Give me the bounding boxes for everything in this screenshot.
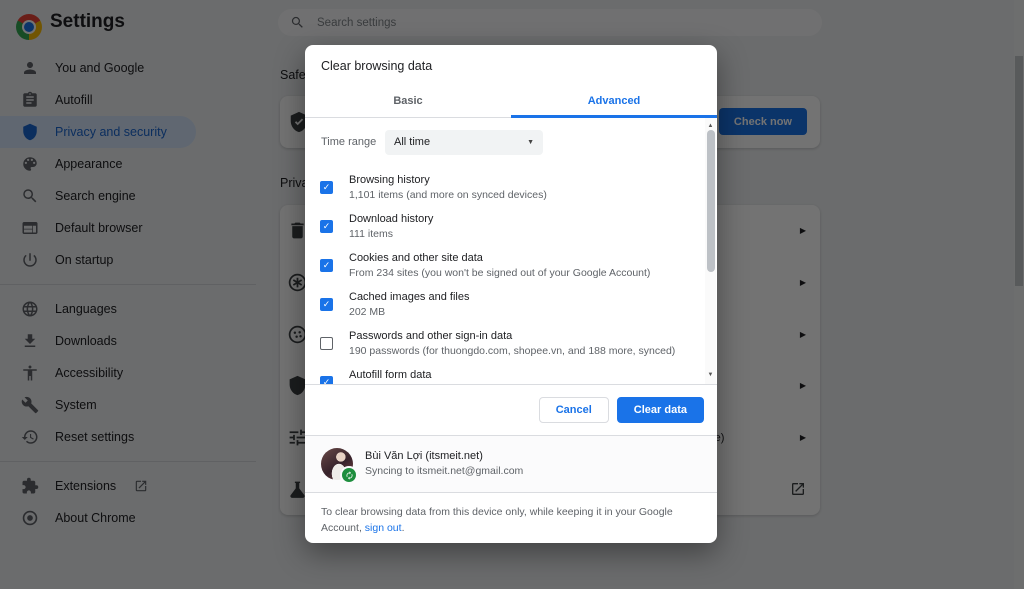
- dialog-tabs: Basic Advanced: [305, 85, 717, 118]
- sync-status: Syncing to itsmeit.net@gmail.com: [365, 464, 523, 479]
- account-info: Bùi Văn Lợi (itsmeit.net) Syncing to its…: [365, 449, 523, 479]
- dialog-scroll-area: Time range All time ▼ ✓ Browsing history…: [305, 118, 717, 384]
- dialog-scrollbar[interactable]: ▲ ▼: [705, 118, 716, 384]
- checklist-row-browsing-history: ✓ Browsing history 1,101 items (and more…: [320, 168, 689, 207]
- dropdown-caret-icon: ▼: [527, 139, 534, 146]
- checkbox-cached-images-and-files[interactable]: ✓: [320, 298, 333, 311]
- clear-data-checklist: ✓ Browsing history 1,101 items (and more…: [320, 168, 689, 384]
- avatar: [321, 448, 353, 480]
- time-range-label: Time range: [321, 136, 385, 148]
- checklist-row-cached-images-and-files: ✓ Cached images and files 202 MB: [320, 285, 689, 324]
- clear-data-button[interactable]: Clear data: [617, 397, 704, 423]
- checklist-row-autofill-form-data: ✓ Autofill form data: [320, 363, 689, 384]
- sync-badge-icon: [342, 468, 356, 482]
- checkbox-cookies-and-other-site-data[interactable]: ✓: [320, 259, 333, 272]
- checkbox-download-history[interactable]: ✓: [320, 220, 333, 233]
- dialog-title: Clear browsing data: [305, 45, 717, 85]
- sign-out-link[interactable]: sign out: [365, 522, 402, 534]
- footer-text-end: .: [402, 522, 405, 534]
- time-range-select[interactable]: All time ▼: [385, 130, 543, 155]
- checkbox-browsing-history[interactable]: ✓: [320, 181, 333, 194]
- time-range-value: All time: [394, 136, 430, 148]
- dialog-scrollbar-thumb[interactable]: [707, 130, 715, 272]
- checklist-row-download-history: ✓ Download history 111 items: [320, 207, 689, 246]
- time-range-row: Time range All time ▼: [321, 127, 689, 157]
- sync-account-row: Bùi Văn Lợi (itsmeit.net) Syncing to its…: [305, 435, 717, 492]
- tab-basic[interactable]: Basic: [305, 85, 511, 117]
- clear-browsing-data-dialog: Clear browsing data Basic Advanced Time …: [305, 45, 717, 543]
- account-name: Bùi Văn Lợi (itsmeit.net): [365, 449, 523, 464]
- tab-advanced[interactable]: Advanced: [511, 85, 717, 117]
- checkbox-autofill-form-data[interactable]: ✓: [320, 376, 333, 384]
- dialog-button-row: Cancel Clear data: [305, 384, 717, 435]
- scroll-down-icon[interactable]: ▼: [705, 369, 716, 380]
- checklist-row-passwords-and-other-sign-in-data: Passwords and other sign-in data 190 pas…: [320, 324, 689, 363]
- screen: Settings You and Google Autofill Privacy…: [0, 0, 1024, 589]
- dialog-footer: To clear browsing data from this device …: [305, 492, 717, 543]
- cancel-button[interactable]: Cancel: [539, 397, 609, 423]
- checklist-row-cookies-and-other-site-data: ✓ Cookies and other site data From 234 s…: [320, 246, 689, 285]
- checkbox-passwords-and-other-sign-in-data[interactable]: [320, 337, 333, 350]
